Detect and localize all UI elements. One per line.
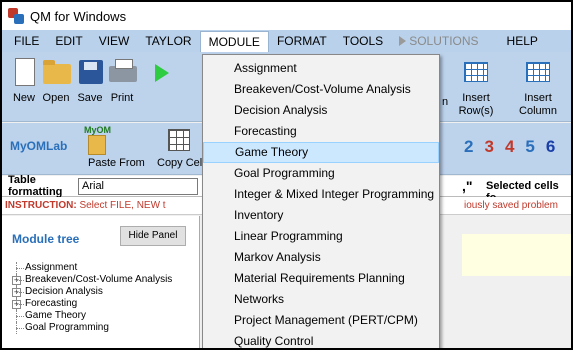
tree-item[interactable]: + Forecasting — [12, 298, 172, 310]
tree-connector: + — [12, 274, 25, 286]
instruction-prefix: INSTRUCTION: — [5, 200, 77, 211]
menu-item-project-management-pert-cpm[interactable]: Project Management (PERT/CPM) — [203, 310, 439, 331]
copy-cells-icon — [168, 129, 190, 151]
menu-edit[interactable]: EDIT — [47, 31, 90, 51]
menu-item-inventory[interactable]: Inventory — [203, 205, 439, 226]
decimal-buttons: 23456 — [464, 137, 555, 157]
menu-label: MODULE — [208, 35, 260, 49]
tree-item[interactable]: Goal Programming — [12, 322, 172, 334]
expand-icon[interactable]: + — [12, 288, 21, 297]
menu-label: EDIT — [55, 34, 83, 48]
tree-item-label: Forecasting — [25, 298, 78, 309]
folder-icon — [43, 60, 71, 84]
insert-column-icon — [526, 62, 550, 82]
menu-item-goal-programming[interactable]: Goal Programming — [203, 163, 439, 184]
play-icon — [155, 64, 169, 82]
expand-icon[interactable]: + — [12, 276, 21, 285]
tree-item[interactable]: Game Theory — [12, 310, 172, 322]
note-area — [462, 234, 571, 276]
decimal-button-3[interactable]: 3 — [484, 137, 493, 157]
tree-item-label: Assignment — [25, 262, 78, 273]
menu-bar: FILE EDIT VIEW TAYLOR MODULE FORMAT TOOLS SOLUT… — [2, 30, 571, 53]
solve-button[interactable] — [144, 56, 184, 92]
menu-item-assignment[interactable]: Assignment — [203, 58, 439, 79]
insert-column-button[interactable]: Insert Column — [508, 56, 568, 118]
menu-solutions[interactable]: SOLUTIONS — [391, 31, 486, 51]
menu-file[interactable]: FILE — [6, 31, 47, 51]
screenshot-frame: QM for Windows FILE EDIT VIEW TAYLOR MODULE F… — [0, 0, 573, 350]
app-logo-icon — [8, 8, 24, 24]
menu-item-game-theory[interactable]: Game Theory — [203, 142, 439, 163]
myom-label: MyOM — [84, 125, 111, 135]
menu-item-quality-control[interactable]: Quality Control — [203, 331, 439, 348]
tree-item-label: Decision Analysis — [25, 286, 103, 297]
decimal-button-2[interactable]: 2 — [464, 137, 473, 157]
menu-item-breakeven-cost-volume-analysis[interactable]: Breakeven/Cost-Volume Analysis — [203, 79, 439, 100]
menu-view[interactable]: VIEW — [91, 31, 138, 51]
menu-taylor[interactable]: TAYLOR — [137, 31, 199, 51]
menu-help[interactable]: HELP — [499, 31, 546, 51]
tree-connector — [12, 310, 25, 322]
decimal-button-6[interactable]: 6 — [546, 137, 555, 157]
module-tree-panel: Module tree Hide Panel Assignment + Breake… — [2, 216, 200, 348]
module-tree: Assignment + Breakeven/Cost-Volume Analysi… — [12, 262, 172, 334]
menu-item-forecasting[interactable]: Forecasting — [203, 121, 439, 142]
menu-label: TOOLS — [342, 34, 384, 48]
font-select[interactable]: Arial — [78, 177, 198, 195]
copy-cells-button[interactable]: Copy Cel — [157, 157, 202, 169]
paste-icon — [88, 135, 106, 155]
table-formatting-label: Table formatting — [8, 174, 63, 198]
tree-item-label: Game Theory — [25, 310, 86, 321]
tree-item-label: Breakeven/Cost-Volume Analysis — [25, 274, 173, 285]
instruction-text: Select FILE, NEW t — [76, 200, 166, 211]
menu-item-decision-analysis[interactable]: Decision Analysis — [203, 100, 439, 121]
title-bar: QM for Windows — [2, 2, 571, 30]
new-file-icon — [15, 58, 35, 86]
app-window: QM for Windows FILE EDIT VIEW TAYLOR MODULE F… — [2, 2, 571, 348]
menu-label: FILE — [14, 34, 40, 48]
module-tree-title: Module tree — [12, 232, 80, 246]
paste-from-button[interactable]: Paste From — [88, 157, 145, 169]
menu-item-material-requirements-planning[interactable]: Material Requirements Planning — [203, 268, 439, 289]
menu-label: VIEW — [98, 34, 130, 48]
menu-tools[interactable]: TOOLS — [335, 31, 391, 51]
menu-item-networks[interactable]: Networks — [203, 289, 439, 310]
menu-label: TAYLOR — [145, 34, 192, 48]
play-arrow-icon — [399, 36, 407, 46]
menu-item-linear-programming[interactable]: Linear Programming — [203, 226, 439, 247]
menu-label: HELP — [506, 34, 538, 48]
tree-item[interactable]: + Decision Analysis — [12, 286, 172, 298]
menu-item-integer-mixed-integer-programming[interactable]: Integer & Mixed Integer Programming — [203, 184, 439, 205]
tree-connector — [12, 262, 25, 274]
hide-panel-button[interactable]: Hide Panel — [120, 226, 186, 246]
module-menu: Assignment Breakeven/Cost-Volume Analysis… — [202, 54, 440, 348]
tree-connector: + — [12, 298, 25, 310]
save-icon — [79, 60, 103, 84]
decimal-button-4[interactable]: 4 — [505, 137, 514, 157]
menu-item-markov-analysis[interactable]: Markov Analysis — [203, 247, 439, 268]
insert-rows-button[interactable]: Insert Row(s) — [448, 56, 504, 118]
myomlab-link[interactable]: MyOMLab — [10, 139, 67, 153]
tree-item-label: Goal Programming — [25, 322, 109, 333]
menu-module[interactable]: MODULE — [199, 31, 269, 53]
menu-label: FORMAT — [276, 34, 327, 48]
tree-item[interactable]: + Breakeven/Cost-Volume Analysis — [12, 274, 172, 286]
expand-icon[interactable]: + — [12, 300, 21, 309]
instruction-tail: iously saved problem — [464, 200, 558, 211]
print-button[interactable]: Print — [102, 56, 142, 105]
menu-label: SOLUTIONS — [409, 34, 479, 48]
insert-rows-icon — [464, 62, 488, 82]
window-title: QM for Windows — [30, 8, 127, 24]
comma-format-button[interactable]: ," — [462, 178, 473, 194]
printer-icon — [109, 59, 137, 82]
tree-connector — [12, 322, 25, 334]
tree-connector: + — [12, 286, 25, 298]
decimal-button-5[interactable]: 5 — [525, 137, 534, 157]
tree-item[interactable]: Assignment — [12, 262, 172, 274]
menu-format[interactable]: FORMAT — [269, 31, 335, 51]
